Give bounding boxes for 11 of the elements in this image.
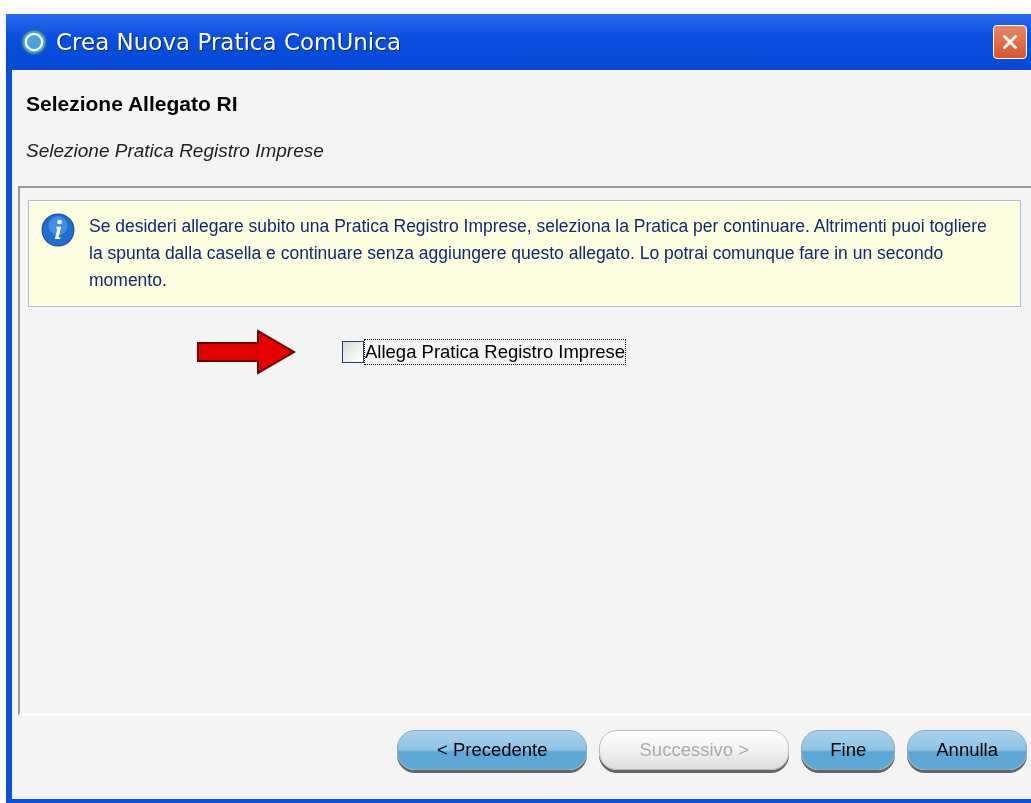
page-subtitle: Selezione Pratica Registro Imprese xyxy=(26,140,325,162)
close-button[interactable] xyxy=(993,25,1027,59)
info-icon xyxy=(41,213,75,247)
wizard-button[interactable]: Fine xyxy=(801,730,896,770)
window-title: Crea Nuova Pratica ComUnica xyxy=(56,29,402,55)
page-title: Selezione Allegato RI xyxy=(26,92,239,116)
wizard-button[interactable]: < Precedente xyxy=(397,730,588,770)
arrow-icon xyxy=(196,329,296,375)
wizard-button[interactable]: Annulla xyxy=(907,730,1027,770)
app-logo-icon xyxy=(20,28,48,56)
info-message: Se desideri allegare subito una Pratica Registro Imprese, seleziona la Pratica per continuare. Altrimenti puoi togliere la spunta dalla casella e continuare senza aggiungere questo allegato. Lo potrai comunque fare in un secondo momento. xyxy=(89,215,988,292)
